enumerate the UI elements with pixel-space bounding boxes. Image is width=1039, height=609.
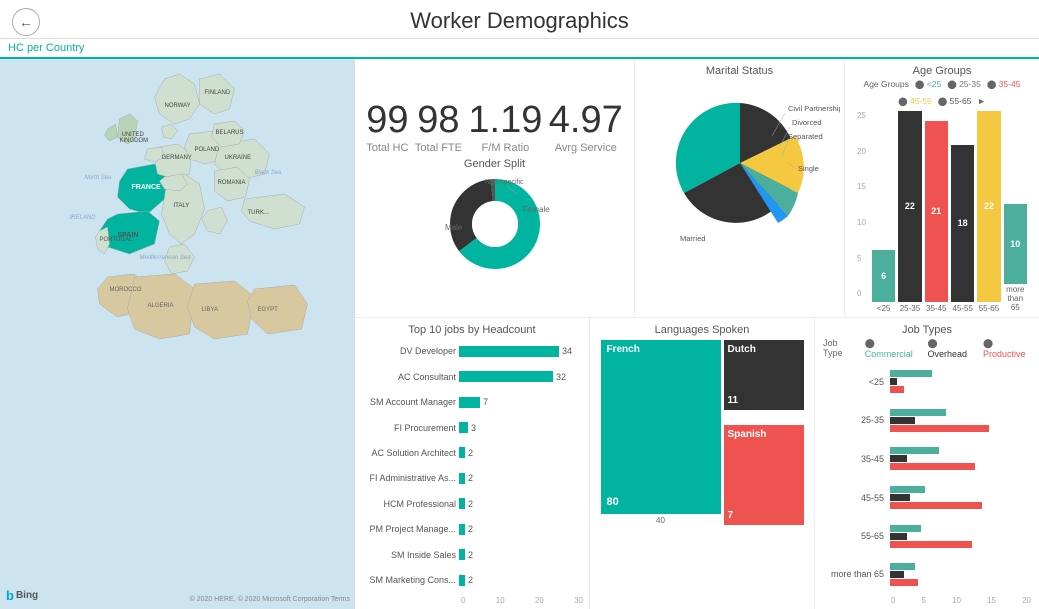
svg-text:Single: Single: [798, 164, 819, 173]
svg-text:Female: Female: [523, 205, 550, 214]
svg-text:PORTUGAL: PORTUGAL: [100, 237, 134, 243]
total-hc-value: 99: [366, 100, 408, 142]
svg-text:NORWAY: NORWAY: [165, 103, 191, 109]
bing-icon: b: [6, 588, 14, 603]
map-section: UNITED KINGDOM FRANCE SPAIN PORTUGAL GER…: [0, 59, 355, 609]
languages-panel: Languages Spoken French 80 40: [590, 318, 815, 609]
stats-panel: 99 Total HC 98 Total FTE 1.19 F/M Ratio: [355, 59, 635, 317]
svg-text:POLAND: POLAND: [195, 147, 220, 153]
svg-text:BELARUS: BELARUS: [216, 130, 244, 136]
svg-text:Male: Male: [445, 223, 463, 232]
fm-ratio-value: 1.19: [468, 100, 542, 142]
age-bar-lt25: 6 <25: [872, 111, 895, 313]
svg-text:TURK...: TURK...: [248, 210, 270, 216]
svg-text:FINLAND: FINLAND: [205, 90, 231, 96]
age-groups-panel: Age Groups Age Groups ⬤ <25 ⬤ 25-35 ⬤ 35…: [845, 59, 1039, 317]
back-icon: ←: [19, 14, 33, 30]
gender-split-panel: Gender Split Male: [363, 158, 626, 275]
svg-text:ITALY: ITALY: [174, 203, 190, 209]
total-hc-label: Total HC: [366, 142, 408, 154]
marital-status-panel: Marital Status Civil: [635, 59, 845, 317]
avrg-service-value: 4.97: [549, 100, 623, 142]
svg-text:IRELAND: IRELAND: [70, 215, 97, 221]
age-legend-next[interactable]: ►: [977, 96, 985, 107]
languages-title: Languages Spoken: [655, 324, 750, 336]
back-button[interactable]: ←: [12, 8, 40, 36]
page-title: Worker Demographics: [410, 8, 628, 33]
svg-text:Black Sea: Black Sea: [255, 170, 283, 176]
age-bar-55-65: 22 55-65: [977, 111, 1000, 313]
job-types-panel: Job Types Job Type ⬤ Commercial ⬤ Overhe…: [815, 318, 1039, 609]
age-groups-title: Age Groups: [853, 65, 1031, 77]
svg-text:North Sea: North Sea: [85, 175, 113, 181]
total-fte-label: Total FTE: [415, 142, 462, 154]
fm-ratio-label: F/M Ratio: [468, 142, 542, 154]
gender-split-title: Gender Split: [464, 158, 525, 170]
age-bar-65plus: 10 morethan 65: [1004, 111, 1027, 313]
svg-text:ALGERIA: ALGERIA: [148, 303, 174, 309]
age-bar-35-45: 21 35-45: [925, 111, 948, 313]
section-label: HC per Country: [0, 39, 1039, 59]
age-legend-item: Age Groups: [864, 79, 909, 90]
total-fte-value: 98: [415, 100, 462, 142]
age-bar-25-35: 22 25-35: [898, 111, 921, 313]
svg-text:LIBYA: LIBYA: [202, 307, 219, 313]
top10-panel: Top 10 jobs by Headcount DV Developer 34…: [355, 318, 590, 609]
svg-text:Divorced: Divorced: [792, 118, 822, 127]
svg-text:Mediterranean Sea: Mediterranean Sea: [140, 255, 192, 261]
top10-title: Top 10 jobs by Headcount: [361, 324, 583, 336]
avrg-service-label: Avrg Service: [549, 142, 623, 154]
total-fte-stat: 98 Total FTE: [415, 100, 462, 154]
svg-text:Married: Married: [680, 234, 705, 243]
marital-status-title: Marital Status: [706, 65, 773, 77]
page-header: Worker Demographics: [0, 0, 1039, 39]
svg-text:Civil Partnership: Civil Partnership: [788, 104, 840, 113]
bing-label: Bing: [16, 590, 38, 601]
svg-text:Non-specific: Non-specific: [485, 179, 524, 186]
avrg-service-stat: 4.97 Avrg Service: [549, 100, 623, 154]
svg-text:GERMANY: GERMANY: [162, 155, 192, 161]
job-types-title: Job Types: [823, 324, 1031, 336]
map-copyright: © 2020 HERE, © 2020 Microsoft Corporatio…: [190, 596, 350, 603]
svg-text:ROMANIA: ROMANIA: [218, 180, 246, 186]
total-hc-stat: 99 Total HC: [366, 100, 408, 154]
age-bar-45-55: 18 45-55: [951, 111, 974, 313]
svg-text:EGYPT: EGYPT: [258, 307, 279, 313]
svg-text:UKRAINE: UKRAINE: [225, 155, 252, 161]
fm-ratio-stat: 1.19 F/M Ratio: [468, 100, 542, 154]
svg-text:KINGDOM: KINGDOM: [120, 138, 149, 144]
svg-text:Separated: Separated: [788, 132, 823, 141]
svg-text:FRANCE: FRANCE: [132, 184, 161, 191]
svg-text:MOROCCO: MOROCCO: [110, 287, 142, 293]
